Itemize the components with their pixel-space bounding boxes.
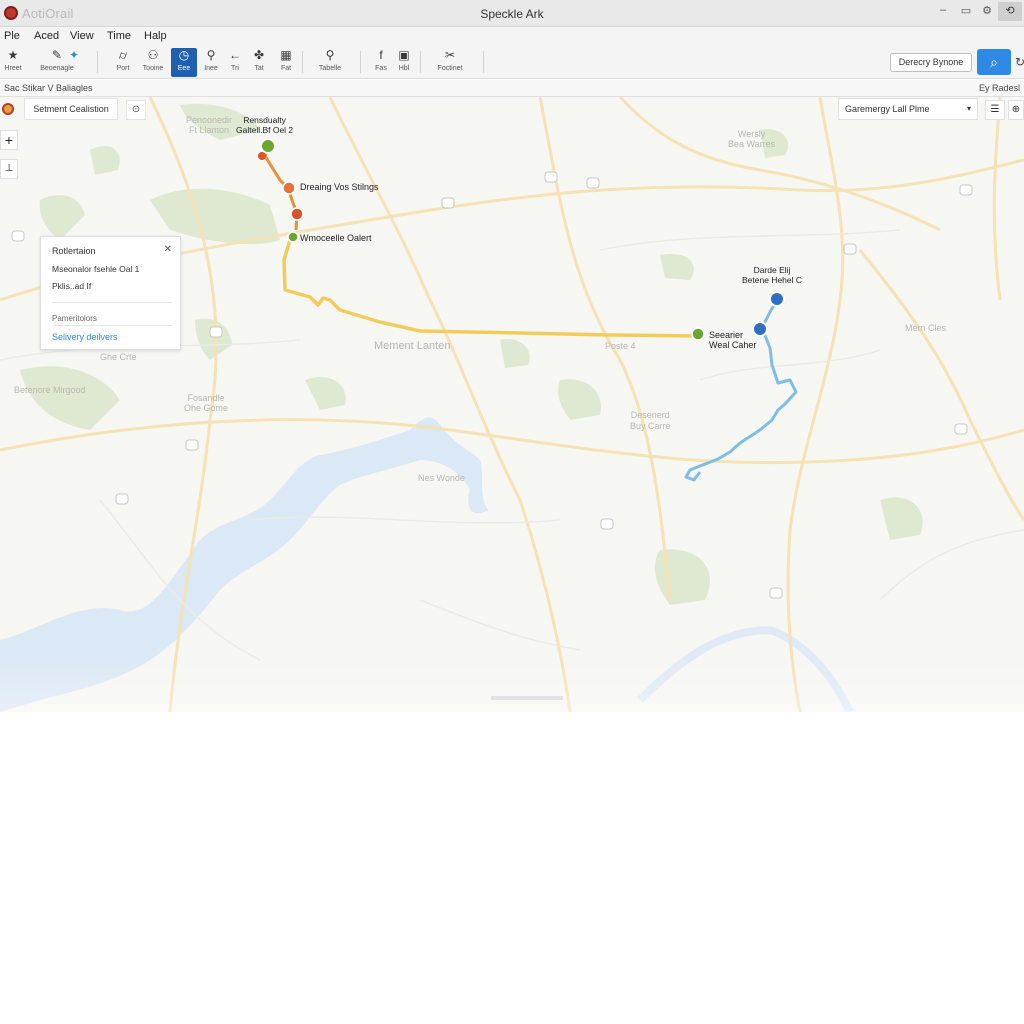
chevron-down-icon: ▾ (966, 104, 971, 113)
place-label: Mement Lanten (374, 340, 451, 352)
stop-marker-5 (691, 327, 705, 341)
tool-back[interactable]: ← Tri (222, 48, 248, 77)
stop-marker-4 (287, 231, 299, 243)
stop-marker-6 (769, 291, 785, 307)
place-label: Poste 4 (605, 341, 636, 351)
stop-label-d: Darde Elij Betene Hehel C (742, 265, 803, 285)
maximize-button[interactable]: ▭ (957, 4, 975, 17)
toolbar-separator (302, 51, 303, 73)
arrow-left-icon: ← (229, 48, 241, 62)
menu-view[interactable]: View (70, 30, 94, 42)
pin-icon: ✤ (253, 48, 265, 62)
stop-marker-start (260, 138, 276, 154)
menu-time[interactable]: Time (107, 30, 131, 42)
stop-marker-3 (290, 207, 304, 221)
strip-right-text: Ey Radesl (978, 83, 1020, 93)
stop-label-b: Dreaing Vos Stilngs (300, 182, 379, 192)
info-panel: Rotlertaion ✕ Mseonalor fsehle Oal 1 Pkl… (40, 236, 181, 350)
toolbar-separator (420, 51, 421, 73)
status-strip: Sac Stikar V Baliagles Ey Radesl (0, 80, 1024, 97)
scissors-icon: ✂ (444, 48, 456, 62)
sparkle-icon: ✦ (68, 48, 80, 62)
route-yellow (282, 239, 701, 338)
menu-edit[interactable]: Aced (34, 30, 59, 42)
stop-label-c: Wmoceelle Oalert (300, 233, 372, 243)
menu-bar: Ple Aced View Time Halp (0, 27, 1024, 45)
zoom-out-button[interactable]: ⊥ (0, 159, 18, 179)
place-label: Nes Wonde (418, 473, 465, 483)
map-scale-bar (491, 696, 563, 700)
route-select[interactable]: Garemergy Lall Plme ▾ (838, 98, 978, 120)
minimize-button[interactable]: – (934, 4, 952, 16)
map-graphics (0, 97, 1024, 712)
port-icon: ⌭ (118, 48, 128, 62)
divider (52, 325, 172, 326)
divider (52, 302, 172, 303)
route-blue (684, 299, 798, 482)
tool-port[interactable]: ⌭ Port (110, 48, 136, 77)
tool-layers[interactable]: ▣ Hbl (391, 48, 417, 77)
pin-add-icon[interactable]: ⊕ (1008, 100, 1024, 120)
stop-label-a: Rensdualty Galtell.Bf Oel 2 (236, 115, 294, 135)
toolbar-separator (483, 51, 484, 73)
magnifier-icon: ⚲ (325, 48, 335, 62)
filter-icon[interactable]: ☰ (985, 100, 1005, 120)
toolbar-separator (97, 51, 98, 73)
grid-icon: ▦ (280, 48, 292, 62)
star-icon: ★ (7, 48, 19, 62)
close-icon[interactable]: ✕ (164, 244, 172, 255)
route-select-value: Garemergy Lall Plme (845, 104, 930, 114)
map-fade (0, 657, 1024, 712)
timeline-icon: ⚇ (147, 48, 159, 62)
tool-cut[interactable]: ✂ Foctinet (428, 48, 472, 77)
tool-clock[interactable]: ◷ Eee (171, 48, 197, 77)
info-panel-line: Pklis..ad If (52, 281, 92, 291)
search-button[interactable]: ⌕ (977, 49, 1011, 75)
settings-icon[interactable]: ⚙ (978, 4, 996, 17)
menu-file[interactable]: Ple (4, 30, 20, 42)
stop-marker-2 (282, 181, 296, 195)
tool-timeline[interactable]: ⚇ Tooine (140, 48, 166, 77)
tool-pin[interactable]: ✤ Tat (246, 48, 272, 77)
layers-icon: ▣ (398, 48, 410, 62)
refresh-icon[interactable]: ↻ (1015, 55, 1024, 69)
map-canvas[interactable]: Rensdualty Galtell.Bf Oel 2 Dreaing Vos … (0, 97, 1024, 712)
toolbar-separator (360, 51, 361, 73)
tool-search[interactable]: ⚲ Tabelle (312, 48, 348, 77)
toolbar: ★ Hreet ✎ Beoenagle ✦ ⌭ Port ⚇ Tooine ◷ Eee ⚲… (0, 45, 1024, 79)
park-areas (20, 103, 923, 605)
info-panel-title: Rotlertaion (52, 246, 96, 256)
blank-area (0, 712, 1024, 1024)
place-label: Desenerd Buy Carre (630, 410, 671, 431)
title-bar: AotiOrail Speckle Ark – ▭ ⚙ ⟲ (0, 0, 1024, 27)
strip-left-text: Sac Stikar V Baliagles (4, 83, 93, 93)
stop-label-e: Seearier Weal Caher (709, 330, 757, 350)
clock-icon: ◷ (178, 48, 190, 62)
place-label: Penoonedir Ft Llamon (186, 115, 233, 135)
menu-help[interactable]: Halp (144, 30, 167, 42)
place-label: Fosandle Ohe Gome (184, 393, 229, 413)
target-icon[interactable]: ⊙ (126, 100, 146, 120)
info-panel-line: Mseonalor fsehle Oal 1 (52, 264, 140, 274)
tool-inspect[interactable]: ⚲ Inee (198, 48, 224, 77)
place-label: Mern Cles (905, 323, 947, 333)
tool-favorite[interactable]: ★ Hreet (0, 48, 26, 77)
info-panel-link[interactable]: Selivery deilvers (52, 332, 118, 342)
window-title: Speckle Ark (480, 7, 544, 21)
place-label: Wersly Bea Warres (728, 129, 776, 149)
info-panel-section: Pameritolors (52, 314, 97, 323)
directions-button[interactable]: Derecry Bynone (890, 53, 972, 72)
tool-grid[interactable]: ▦ Fat (273, 48, 299, 77)
layer-chip[interactable]: Setment Cealistion (24, 98, 118, 120)
layer-status-icon (2, 103, 14, 115)
zoom-in-button[interactable]: + (0, 130, 18, 150)
window-close-button[interactable]: ⟲ (998, 2, 1022, 21)
place-label: Betenore Mirgood (14, 385, 86, 395)
tool-sparkle[interactable]: ✦ (61, 48, 87, 77)
place-label: Ghe Crte (100, 352, 137, 362)
person-icon: ⚲ (206, 48, 216, 62)
